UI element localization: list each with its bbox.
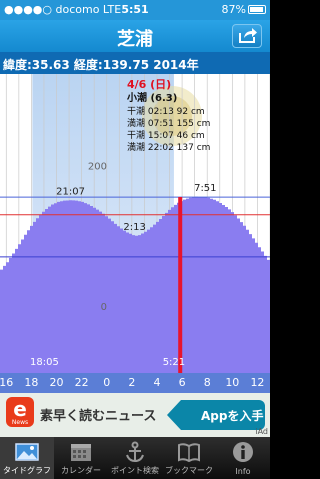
sunrise-label: 5:21 <box>163 357 185 368</box>
hour-axis: 16 18 20 22 0 2 4 6 8 10 12 <box>0 373 270 393</box>
logo-subtext: News <box>11 419 29 426</box>
tab-bookmark[interactable]: ブックマーク <box>162 437 216 479</box>
tab-calendar[interactable]: カレンダー <box>54 437 108 479</box>
x-tick-label: 8 <box>203 376 211 389</box>
info-entry: 干潮 02:13 92 cm <box>127 107 205 117</box>
tab-label: ブックマーク <box>165 466 213 475</box>
calendar-icon <box>71 444 91 461</box>
iad-label: iAd <box>255 427 268 436</box>
tide-extreme-label: 21:07 <box>56 187 85 198</box>
x-tick-label: 12 <box>250 376 265 389</box>
x-tick-label: 20 <box>49 376 64 389</box>
ad-banner[interactable]: e News 素早く読むニュース Appを入手 iAd <box>0 393 270 437</box>
status-bar: ●●●●○ docomo LTE 5:51 87% <box>0 0 270 20</box>
current-time-marker <box>178 196 183 373</box>
share-icon <box>239 28 257 43</box>
ad-text: 素早く読むニュース <box>40 409 157 424</box>
tab-point-search[interactable]: ポイント検索 <box>108 437 162 479</box>
tab-bar: タイドグラフ カレンダー ポイント検索 ブックマーク Info <box>0 437 270 479</box>
share-button[interactable] <box>232 24 262 48</box>
tab-label: Info <box>235 467 251 476</box>
y-tick-label: 200 <box>88 161 107 172</box>
info-icon <box>233 442 253 462</box>
get-app-button[interactable]: Appを入手 <box>167 400 265 430</box>
battery-percent: 87% <box>221 3 246 16</box>
info-entry: 干潮 15:07 46 cm <box>127 131 205 141</box>
tide-extreme-label: 2:13 <box>123 222 145 233</box>
book-icon <box>178 443 200 463</box>
info-entry: 満潮 07:51 155 cm <box>127 119 211 129</box>
x-tick-label: 16 <box>0 376 14 389</box>
tab-label: ポイント検索 <box>111 466 159 475</box>
info-entry: 満潮 22:02 137 cm <box>127 143 211 153</box>
tab-label: カレンダー <box>61 466 101 475</box>
tab-label: タイドグラフ <box>3 466 51 475</box>
info-date: 4/6 (日) <box>127 78 172 91</box>
news-app-logo: e News <box>6 397 34 427</box>
x-tick-label: 22 <box>74 376 89 389</box>
info-tide-type: 小潮 (6.3) <box>127 93 178 104</box>
photo-icon <box>15 443 39 461</box>
anchor-icon <box>126 441 144 463</box>
y-tick-label: 0 <box>101 302 107 313</box>
x-tick-label: 0 <box>103 376 111 389</box>
logo-letter: e <box>13 397 27 421</box>
tab-info[interactable]: Info <box>216 437 270 479</box>
tide-chart[interactable]: 400200021:072:137:5118:055:21 4/6 (日) 小潮… <box>0 74 270 373</box>
tide-extreme-label: 7:51 <box>194 183 216 194</box>
x-tick-label: 2 <box>128 376 136 389</box>
x-tick-label: 18 <box>24 376 39 389</box>
nav-bar: 芝浦 <box>0 20 270 52</box>
x-tick-label: 4 <box>153 376 161 389</box>
x-tick-label: 6 <box>178 376 186 389</box>
tab-tide-graph[interactable]: タイドグラフ <box>0 437 54 479</box>
x-tick-label: 10 <box>225 376 240 389</box>
sunset-label: 18:05 <box>30 357 59 368</box>
tide-info-panel: 4/6 (日) 小潮 (6.3) 干潮 02:13 92 cm 満潮 07:51… <box>127 78 247 154</box>
battery-indicator: 87% <box>222 3 266 16</box>
page-title: 芝浦 <box>117 29 153 50</box>
location-info: 緯度:35.63 経度:139.75 2014年 <box>0 52 270 74</box>
battery-icon <box>248 5 266 14</box>
